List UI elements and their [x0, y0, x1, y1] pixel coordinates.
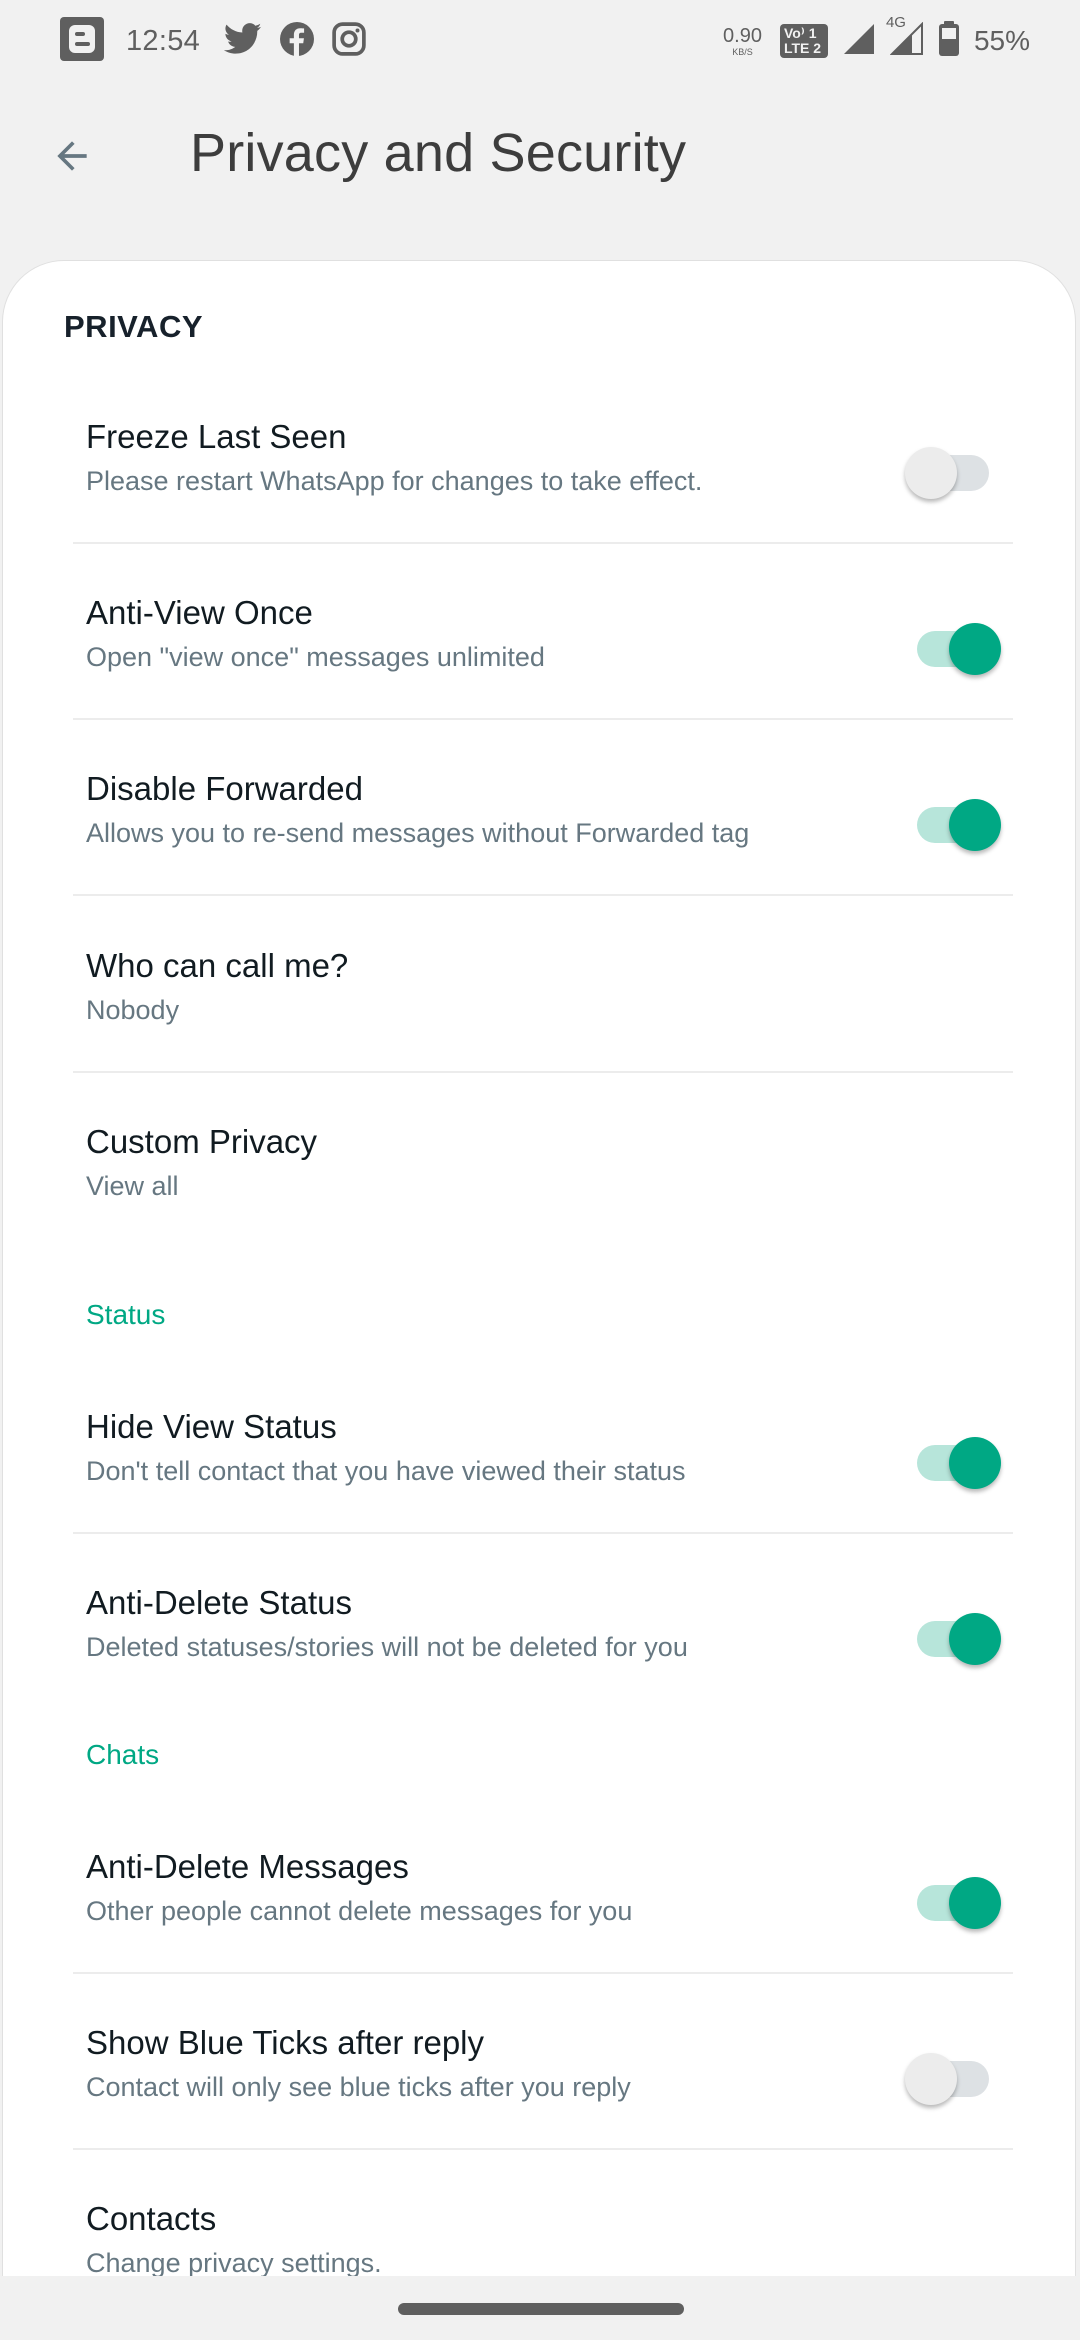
setting-title: Contacts	[86, 2200, 217, 2237]
instagram-icon	[332, 21, 366, 61]
toggle-thumb	[949, 1877, 1001, 1929]
status-bar: 12:54 0.90 KB/S Vo⁾ 1 LTE 2 4G 55%	[0, 0, 1080, 82]
network-type-label: 4G	[885, 13, 906, 31]
net-speed-unit: KB/S	[732, 46, 753, 57]
volte-line2: LTE 2	[783, 40, 822, 56]
section-header-status: Status	[86, 1299, 166, 1330]
setting-hide-view-status[interactable]: Hide View Status Don't tell contact that…	[73, 1358, 1013, 1534]
signal-sim1-icon	[842, 22, 876, 61]
setting-subtitle: Deleted statuses/stories will not be del…	[86, 1632, 688, 1662]
divider	[73, 894, 1013, 896]
toggle-thumb	[949, 1437, 1001, 1489]
anti-view-once-toggle[interactable]	[911, 623, 1001, 675]
setting-title: Anti-Delete Messages	[86, 1848, 409, 1885]
toggle-thumb	[949, 799, 1001, 851]
gesture-handle[interactable]	[398, 2303, 684, 2315]
setting-title: Show Blue Ticks after reply	[86, 2024, 484, 2061]
arrow-back-icon	[50, 134, 94, 183]
setting-subtitle: Allows you to re-send messages without F…	[86, 818, 750, 848]
setting-show-blue-ticks-after-reply[interactable]: Show Blue Ticks after reply Contact will…	[73, 1974, 1013, 2150]
setting-anti-delete-status[interactable]: Anti-Delete Status Deleted statuses/stor…	[73, 1534, 1013, 1710]
setting-title: Who can call me?	[86, 947, 349, 984]
toggle-thumb	[905, 2053, 957, 2105]
disable-forwarded-toggle[interactable]	[911, 799, 1001, 851]
setting-title: Anti-Delete Status	[86, 1584, 352, 1621]
setting-subtitle: Open "view once" messages unlimited	[86, 642, 545, 672]
hide-view-status-toggle[interactable]	[911, 1437, 1001, 1489]
battery-icon	[938, 20, 960, 62]
settings-card: PRIVACY Freeze Last Seen Please restart …	[2, 260, 1076, 2278]
net-speed: 0.90 KB/S	[723, 26, 762, 57]
blogger-icon	[60, 16, 104, 66]
setting-subtitle: Please restart WhatsApp for changes to t…	[86, 466, 703, 496]
setting-who-can-call-me[interactable]: Who can call me? Nobody	[73, 897, 1013, 1073]
setting-subtitle: Don't tell contact that you have viewed …	[86, 1456, 686, 1486]
setting-subtitle: Contact will only see blue ticks after y…	[86, 2072, 631, 2102]
setting-subtitle: Change privacy settings.	[86, 2248, 382, 2278]
toggle-thumb	[949, 1613, 1001, 1665]
volte-line1: Vo⁾ 1	[783, 25, 817, 41]
status-bar-left: 12:54	[60, 16, 366, 66]
page-title: Privacy and Security	[190, 123, 687, 183]
show-blue-ticks-toggle[interactable]	[905, 2053, 995, 2105]
freeze-last-seen-toggle[interactable]	[905, 447, 995, 499]
twitter-icon	[223, 22, 262, 61]
clock: 12:54	[126, 24, 201, 57]
signal-sim2-icon: 4G	[886, 14, 924, 61]
navigation-bar	[0, 2276, 1080, 2340]
battery-percent: 55%	[973, 25, 1030, 56]
setting-title: Hide View Status	[86, 1408, 337, 1445]
setting-value: Nobody	[86, 995, 180, 1025]
volte-icon: Vo⁾ 1 LTE 2	[779, 24, 828, 58]
setting-disable-forwarded[interactable]: Disable Forwarded Allows you to re-send …	[73, 720, 1013, 896]
app-bar: Privacy and Security	[0, 100, 1080, 210]
section-header-chats: Chats	[86, 1739, 160, 1770]
toggle-thumb	[949, 623, 1001, 675]
setting-title: Disable Forwarded	[86, 770, 363, 807]
setting-title: Freeze Last Seen	[86, 418, 347, 455]
facebook-icon	[280, 21, 315, 61]
back-button[interactable]	[44, 130, 100, 186]
setting-title: Custom Privacy	[86, 1123, 318, 1160]
net-speed-value: 0.90	[723, 24, 762, 47]
setting-subtitle: Other people cannot delete messages for …	[86, 1896, 633, 1926]
anti-delete-messages-toggle[interactable]	[911, 1877, 1001, 1929]
setting-freeze-last-seen[interactable]: Freeze Last Seen Please restart WhatsApp…	[73, 368, 1013, 544]
setting-title: Anti-View Once	[86, 594, 313, 631]
setting-anti-delete-messages[interactable]: Anti-Delete Messages Other people cannot…	[73, 1798, 1013, 1974]
section-header-privacy: PRIVACY	[64, 309, 204, 344]
setting-custom-privacy[interactable]: Custom Privacy View all	[73, 1073, 1013, 1249]
setting-subtitle: View all	[86, 1171, 179, 1201]
anti-delete-status-toggle[interactable]	[911, 1613, 1001, 1665]
status-bar-right: 0.90 KB/S Vo⁾ 1 LTE 2 4G 55%	[723, 14, 1030, 64]
toggle-thumb	[905, 447, 957, 499]
setting-anti-view-once[interactable]: Anti-View Once Open "view once" messages…	[73, 544, 1013, 720]
